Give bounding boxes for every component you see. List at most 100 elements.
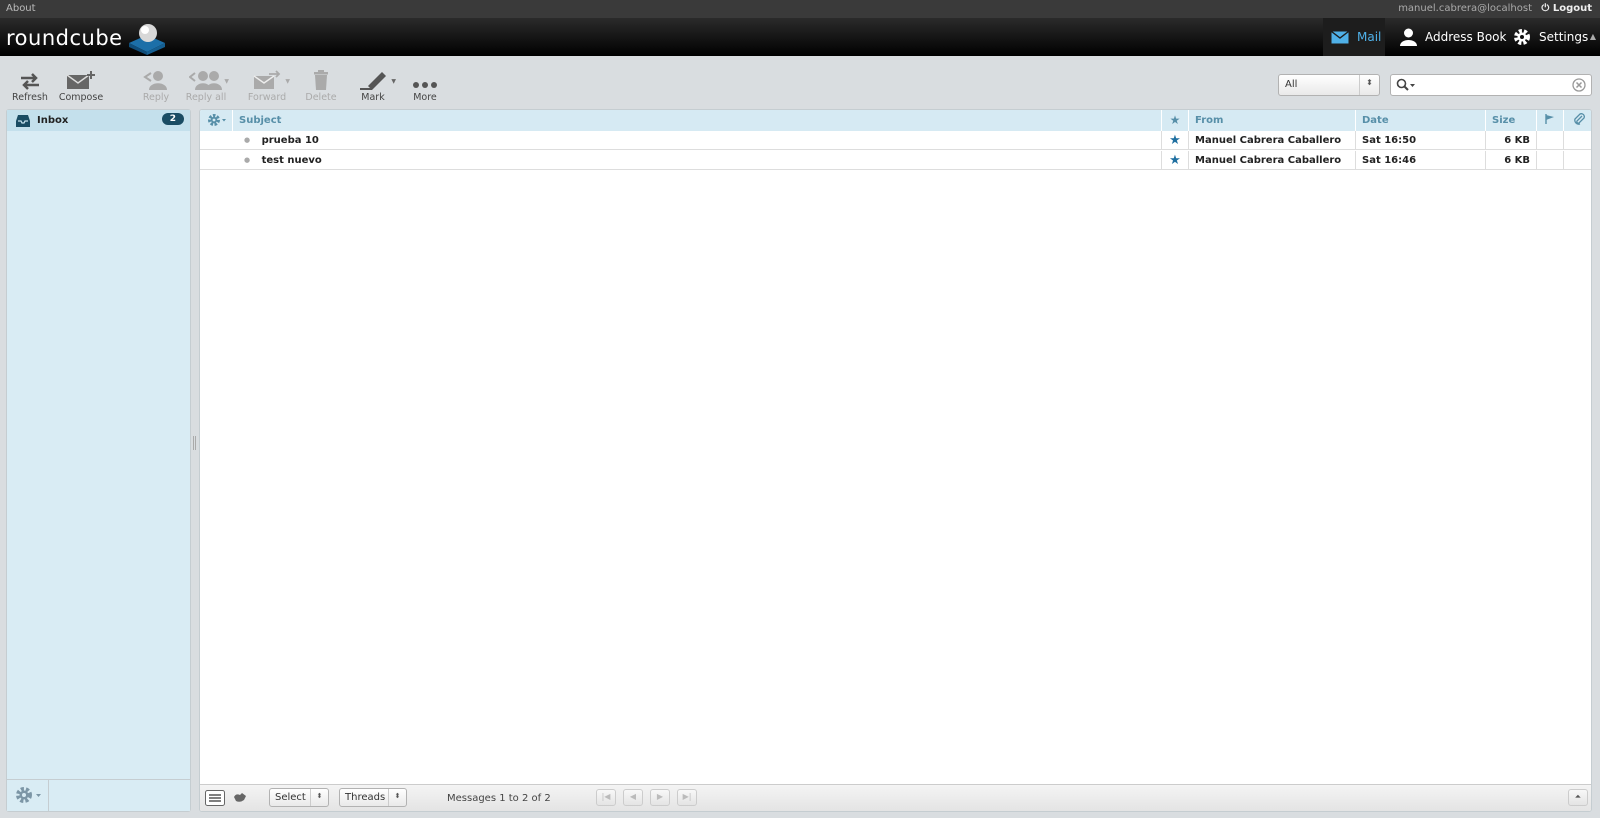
previous-page-button[interactable]: ◀	[623, 789, 643, 806]
username: manuel.cabrera@localhost	[1398, 3, 1532, 14]
expand-up-icon: ⏶	[1574, 792, 1582, 801]
forward-dropdown-icon[interactable]: ▼	[285, 78, 290, 85]
reply-label: Reply	[142, 92, 170, 103]
reply-all-button[interactable]: Reply all ▼	[181, 68, 231, 104]
select-arrows-icon: ⬍	[388, 789, 406, 806]
logo[interactable]: roundcube	[6, 21, 167, 55]
message-flagged-cell[interactable]	[1536, 151, 1563, 170]
message-list-header: Subject ★ From Date Size	[200, 110, 1591, 131]
threads-label: Threads	[345, 792, 386, 803]
trash-icon	[296, 68, 346, 90]
folder-list-pane: Inbox 2	[6, 109, 191, 812]
select-arrows-icon: ⬍	[1359, 75, 1379, 95]
first-page-icon: |◀	[601, 792, 611, 801]
more-dots-icon	[400, 68, 450, 90]
search-filter-select[interactable]: All ⬍	[1278, 74, 1380, 96]
mark-button[interactable]: Mark ▼	[348, 68, 398, 104]
message-row[interactable]: ● test nuevo ★ Manuel Cabrera Caballero …	[200, 151, 1591, 170]
gear-icon	[208, 114, 226, 126]
message-date: Sat 16:50	[1355, 131, 1485, 150]
column-subject[interactable]: Subject	[232, 110, 1161, 131]
message-attachment-cell	[1563, 131, 1591, 150]
last-page-button[interactable]: ▶|	[677, 789, 697, 806]
refresh-button[interactable]: Refresh	[5, 68, 55, 104]
forward-button[interactable]: Forward ▼	[242, 68, 292, 104]
about-link[interactable]: About	[6, 3, 36, 14]
unread-dot-icon: ●	[244, 156, 251, 164]
forward-label: Forward	[247, 92, 287, 103]
threads-icon	[234, 793, 246, 802]
folder-pane-footer	[7, 779, 190, 811]
compose-button[interactable]: Compose	[56, 68, 106, 104]
message-flagged-cell[interactable]	[1536, 131, 1563, 150]
folder-actions-button[interactable]	[15, 786, 43, 804]
pane-splitter[interactable]	[193, 436, 196, 450]
column-flag[interactable]	[1536, 110, 1563, 131]
message-attachment-cell	[1563, 151, 1591, 170]
more-label: More	[413, 92, 437, 103]
message-flag-cell[interactable]: ★	[1161, 131, 1188, 150]
search-options-button[interactable]	[1396, 78, 1416, 92]
search-reset-button[interactable]	[1572, 78, 1586, 95]
list-options-button[interactable]	[200, 110, 232, 131]
close-circle-icon	[1572, 78, 1586, 92]
reply-icon	[131, 68, 181, 90]
previous-page-icon: ◀	[629, 792, 637, 801]
toggle-preview-button[interactable]: ⏶	[1568, 789, 1588, 806]
delete-label: Delete	[305, 92, 337, 103]
collapse-header-icon[interactable]: ▲	[1590, 32, 1596, 41]
select-dropdown[interactable]: Select ⬍	[269, 788, 329, 807]
message-flag-cell[interactable]: ★	[1161, 151, 1188, 170]
threads-dropdown[interactable]: Threads ⬍	[339, 788, 407, 807]
task-settings-button[interactable]: Settings	[1505, 18, 1596, 56]
refresh-icon	[5, 68, 55, 90]
message-row[interactable]: ● prueba 10 ★ Manuel Cabrera Caballero S…	[200, 131, 1591, 150]
mail-icon	[1331, 30, 1349, 44]
message-list-footer: Select ⬍ Threads ⬍ Messages 1 to 2 of 2 …	[200, 784, 1591, 811]
column-flagged[interactable]: ★	[1161, 110, 1188, 131]
message-from: Manuel Cabrera Caballero	[1188, 151, 1355, 170]
search-input[interactable]	[1421, 77, 1571, 93]
threads-toggle-button[interactable]	[233, 792, 247, 807]
refresh-label: Refresh	[12, 92, 48, 103]
quicksearch-box	[1390, 74, 1592, 96]
user-icon	[1400, 28, 1417, 46]
unread-dot-icon: ●	[244, 136, 251, 144]
logo-icon	[128, 24, 165, 55]
power-icon: ⏻	[1541, 3, 1550, 14]
message-from: Manuel Cabrera Caballero	[1188, 131, 1355, 150]
mark-dropdown-icon[interactable]: ▼	[391, 78, 396, 85]
column-from[interactable]: From	[1188, 110, 1355, 131]
reply-all-dropdown-icon[interactable]: ▼	[224, 78, 229, 85]
paperclip-icon	[1573, 113, 1585, 125]
task-mail-button[interactable]: Mail	[1323, 18, 1385, 56]
next-page-icon: ▶	[656, 792, 664, 801]
message-list-pane: Subject ★ From Date Size ● prueba 10 ★ M…	[199, 109, 1592, 812]
more-button[interactable]: More	[400, 68, 450, 104]
task-mail-label: Mail	[1357, 30, 1382, 44]
gear-icon	[1513, 28, 1531, 46]
column-size[interactable]: Size	[1485, 110, 1536, 131]
next-page-button[interactable]: ▶	[650, 789, 670, 806]
reply-button[interactable]: Reply	[131, 68, 181, 104]
column-attachment[interactable]	[1563, 110, 1591, 131]
search-filter-value: All	[1285, 79, 1298, 90]
star-icon: ★	[1169, 153, 1181, 168]
folder-inbox-label: Inbox	[37, 115, 69, 126]
column-date[interactable]: Date	[1355, 110, 1485, 131]
gear-icon	[16, 787, 41, 803]
task-addressbook-button[interactable]: Address Book	[1392, 18, 1514, 56]
first-page-button[interactable]: |◀	[596, 789, 616, 806]
compose-icon	[56, 68, 106, 90]
star-icon: ★	[1169, 133, 1181, 148]
compose-label: Compose	[58, 92, 104, 103]
message-subject: test nuevo	[261, 155, 322, 166]
list-view-button[interactable]	[205, 790, 225, 809]
message-size: 6 KB	[1485, 151, 1536, 170]
logout-button[interactable]: ⏻ Logout	[1541, 3, 1592, 14]
folder-inbox[interactable]: Inbox 2	[7, 110, 190, 131]
unread-count-badge: 2	[161, 113, 184, 125]
delete-button[interactable]: Delete	[296, 68, 346, 104]
message-count: Messages 1 to 2 of 2	[447, 793, 551, 804]
select-arrows-icon: ⬍	[310, 789, 328, 806]
